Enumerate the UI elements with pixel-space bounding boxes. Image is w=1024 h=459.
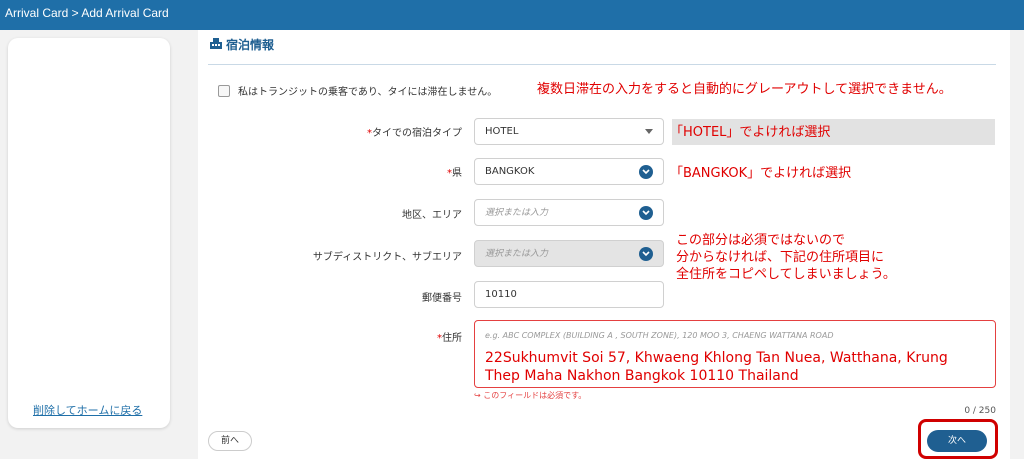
address-required-error: ↪ このフィールドは必須です。 bbox=[474, 391, 587, 400]
subdistrict-select: 選択または入力 bbox=[474, 240, 664, 267]
address-placeholder: e.g. ABC COMPLEX (BUILDING A , SOUTH ZON… bbox=[485, 331, 834, 340]
section-title-text: 宿泊情報 bbox=[226, 38, 275, 52]
address-label-text: 住所 bbox=[442, 333, 462, 344]
previous-button[interactable]: 前へ bbox=[208, 431, 252, 451]
next-button[interactable]: 次へ bbox=[927, 430, 987, 452]
chevron-down-icon bbox=[639, 206, 653, 220]
chevron-down-icon bbox=[639, 165, 653, 179]
building-icon bbox=[210, 38, 222, 52]
hotel-annotation: 「HOTEL」でよければ選択 bbox=[670, 125, 831, 140]
province-select[interactable]: BANGKOK bbox=[474, 158, 664, 185]
postal-code-label: 郵便番号 bbox=[422, 293, 462, 304]
section-divider bbox=[208, 64, 996, 65]
delete-and-return-home-link[interactable]: 削除してホームに戻る bbox=[33, 402, 142, 418]
top-navigation-bar: Arrival Card > Add Arrival Card bbox=[0, 0, 1024, 30]
postal-code-input[interactable]: 10110 bbox=[474, 281, 664, 308]
dropdown-caret-icon bbox=[645, 129, 653, 134]
accommodation-type-label-text: タイでの宿泊タイプ bbox=[372, 128, 462, 139]
accommodation-type-select[interactable]: HOTEL bbox=[474, 118, 664, 145]
province-label: *県 bbox=[447, 164, 462, 179]
district-select[interactable]: 選択または入力 bbox=[474, 199, 664, 226]
province-value: BANGKOK bbox=[485, 166, 535, 177]
district-placeholder: 選択または入力 bbox=[485, 208, 549, 218]
main-form-panel: 宿泊情報 私はトランジットの乗客であり、タイには滞在しません。 複数日滞在の入力… bbox=[198, 30, 1010, 459]
section-title: 宿泊情報 bbox=[210, 36, 274, 53]
subdistrict-label: サブディストリクト、サブエリア bbox=[312, 252, 462, 263]
accommodation-type-label: *タイでの宿泊タイプ bbox=[367, 124, 462, 139]
accommodation-type-value: HOTEL bbox=[485, 126, 519, 137]
chevron-down-icon bbox=[639, 247, 653, 261]
bangkok-annotation: 「BANGKOK」でよければ選択 bbox=[670, 166, 852, 181]
optional-annotation-line-3: 全住所をコピペしてしまいましょう。 bbox=[676, 267, 896, 282]
address-textarea[interactable]: e.g. ABC COMPLEX (BUILDING A , SOUTH ZON… bbox=[474, 320, 996, 388]
breadcrumb: Arrival Card > Add Arrival Card bbox=[5, 6, 169, 20]
subdistrict-placeholder: 選択または入力 bbox=[485, 249, 549, 259]
address-label: *住所 bbox=[437, 329, 462, 344]
district-label: 地区、エリア bbox=[402, 210, 462, 221]
transit-passenger-option[interactable]: 私はトランジットの乗客であり、タイには滞在しません。 bbox=[218, 83, 497, 98]
address-annotation-value: 22Sukhumvit Soi 57, Khwaeng Khlong Tan N… bbox=[485, 350, 948, 384]
transit-checkbox-label: 私はトランジットの乗客であり、タイには滞在しません。 bbox=[238, 87, 498, 98]
postal-code-value: 10110 bbox=[485, 289, 517, 300]
sidebar-panel: 削除してホームに戻る bbox=[8, 38, 170, 428]
province-label-text: 県 bbox=[452, 168, 462, 179]
transit-checkbox[interactable] bbox=[218, 84, 230, 97]
transit-annotation: 複数日滞在の入力をすると自動的にグレーアウトして選択できません。 bbox=[537, 82, 952, 97]
address-char-counter: 0 / 250 bbox=[964, 406, 996, 416]
